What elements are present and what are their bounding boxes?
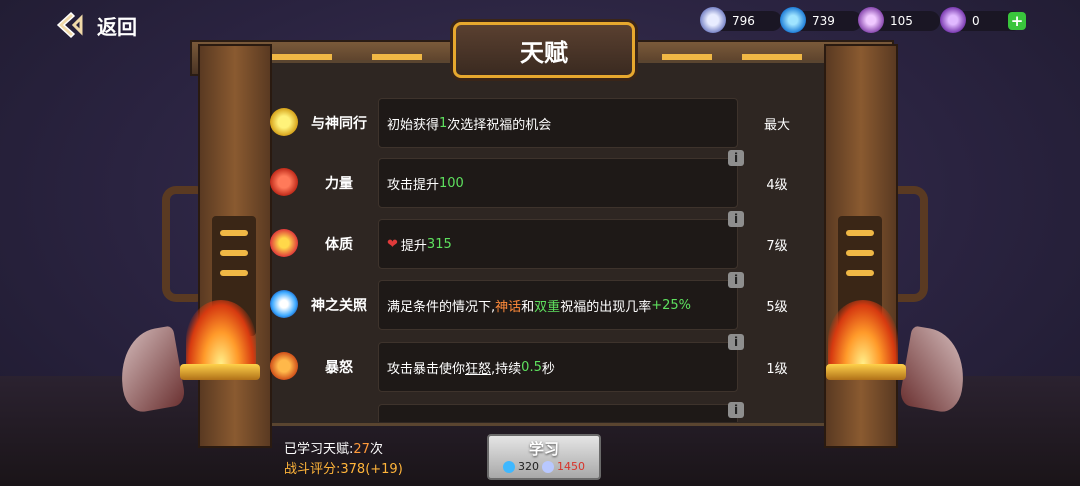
- learn-button[interactable]: 学习 320 1450: [487, 434, 601, 480]
- info-button[interactable]: i: [728, 211, 744, 227]
- talent-level: 5级: [766, 299, 788, 315]
- purple-shell-locked-icon: [858, 7, 884, 33]
- talent-desc: 攻击暴击使你 狂怒 ,持续 0.5 秒: [378, 342, 738, 392]
- talent-desc: 初始获得 1 次选择祝福的机会: [378, 98, 738, 148]
- muscle-icon: [270, 168, 298, 196]
- info-button[interactable]: i: [728, 334, 744, 350]
- angry-face-icon: [270, 352, 298, 380]
- heart-icon: ❤: [387, 236, 398, 252]
- back-arrow-icon: [55, 10, 85, 40]
- battle-score: 战斗评分:378(+19): [284, 462, 403, 477]
- resource-silver-coin: 796: [700, 7, 782, 33]
- talent-level: 7级: [766, 238, 788, 254]
- info-button[interactable]: i: [728, 402, 744, 418]
- blue-potion-icon: [503, 460, 515, 473]
- resource-purple-shell: 0 +: [940, 7, 1026, 33]
- brazier-left: [180, 364, 260, 380]
- purple-shell-icon: [940, 7, 966, 33]
- heart-arrow-icon: [270, 229, 298, 257]
- learned-label: 已学习天赋:: [284, 442, 354, 457]
- talent-name: 神之关照: [311, 298, 367, 314]
- brazier-right: [826, 364, 906, 380]
- talent-row[interactable]: 与神同行 初始获得 1 次选择祝福的机会 最大: [262, 96, 802, 150]
- talent-desc: ❤ 提升 315: [378, 219, 738, 269]
- page-title: 天赋: [453, 22, 635, 78]
- talent-desc: 攻击提升 100: [378, 158, 738, 208]
- learned-count: 27: [353, 442, 370, 457]
- back-button[interactable]: 返回: [55, 10, 137, 40]
- add-currency-button[interactable]: +: [1008, 12, 1026, 30]
- back-label: 返回: [97, 14, 137, 39]
- talent-row[interactable]: 神之关照 满足条件的情况下, 神话和双重 祝福的出现几率 +25% i 5级: [262, 272, 802, 332]
- pillar-right: [824, 44, 898, 448]
- talent-name: 力量: [325, 176, 353, 192]
- resource-blue-potion: 739: [780, 7, 862, 33]
- talent-row-partial[interactable]: i: [262, 402, 802, 422]
- star-ring-icon: [270, 290, 298, 318]
- talent-level: 4级: [766, 177, 788, 193]
- talent-name: 与神同行: [311, 116, 367, 132]
- info-button[interactable]: i: [728, 150, 744, 166]
- learn-cost: 320 1450: [489, 460, 599, 473]
- info-button[interactable]: i: [728, 272, 744, 288]
- pillar-left: [198, 44, 272, 448]
- blue-potion-icon: [780, 7, 806, 33]
- talent-level: 1级: [766, 361, 788, 377]
- angel-icon: [270, 108, 298, 136]
- talent-row[interactable]: 力量 攻击提升 100 i 4级: [262, 150, 802, 210]
- talent-desc: 满足条件的情况下, 神话和双重 祝福的出现几率 +25%: [378, 280, 738, 330]
- talent-name: 体质: [325, 237, 353, 253]
- learn-label: 学习: [528, 440, 559, 458]
- talent-row[interactable]: 暴怒 攻击暴击使你 狂怒 ,持续 0.5 秒 i 1级: [262, 334, 802, 394]
- silver-coin-icon: [542, 460, 554, 473]
- talent-desc: [378, 404, 738, 422]
- talent-stats: 已学习天赋:27次 战斗评分:378(+19): [284, 440, 403, 480]
- talent-name: 暴怒: [325, 360, 353, 376]
- talent-row[interactable]: 体质 ❤ 提升 315 i 7级: [262, 211, 802, 271]
- silver-coin-icon: [700, 7, 726, 33]
- talent-level: 最大: [763, 117, 790, 133]
- resource-purple-shell-locked: 105: [858, 7, 940, 33]
